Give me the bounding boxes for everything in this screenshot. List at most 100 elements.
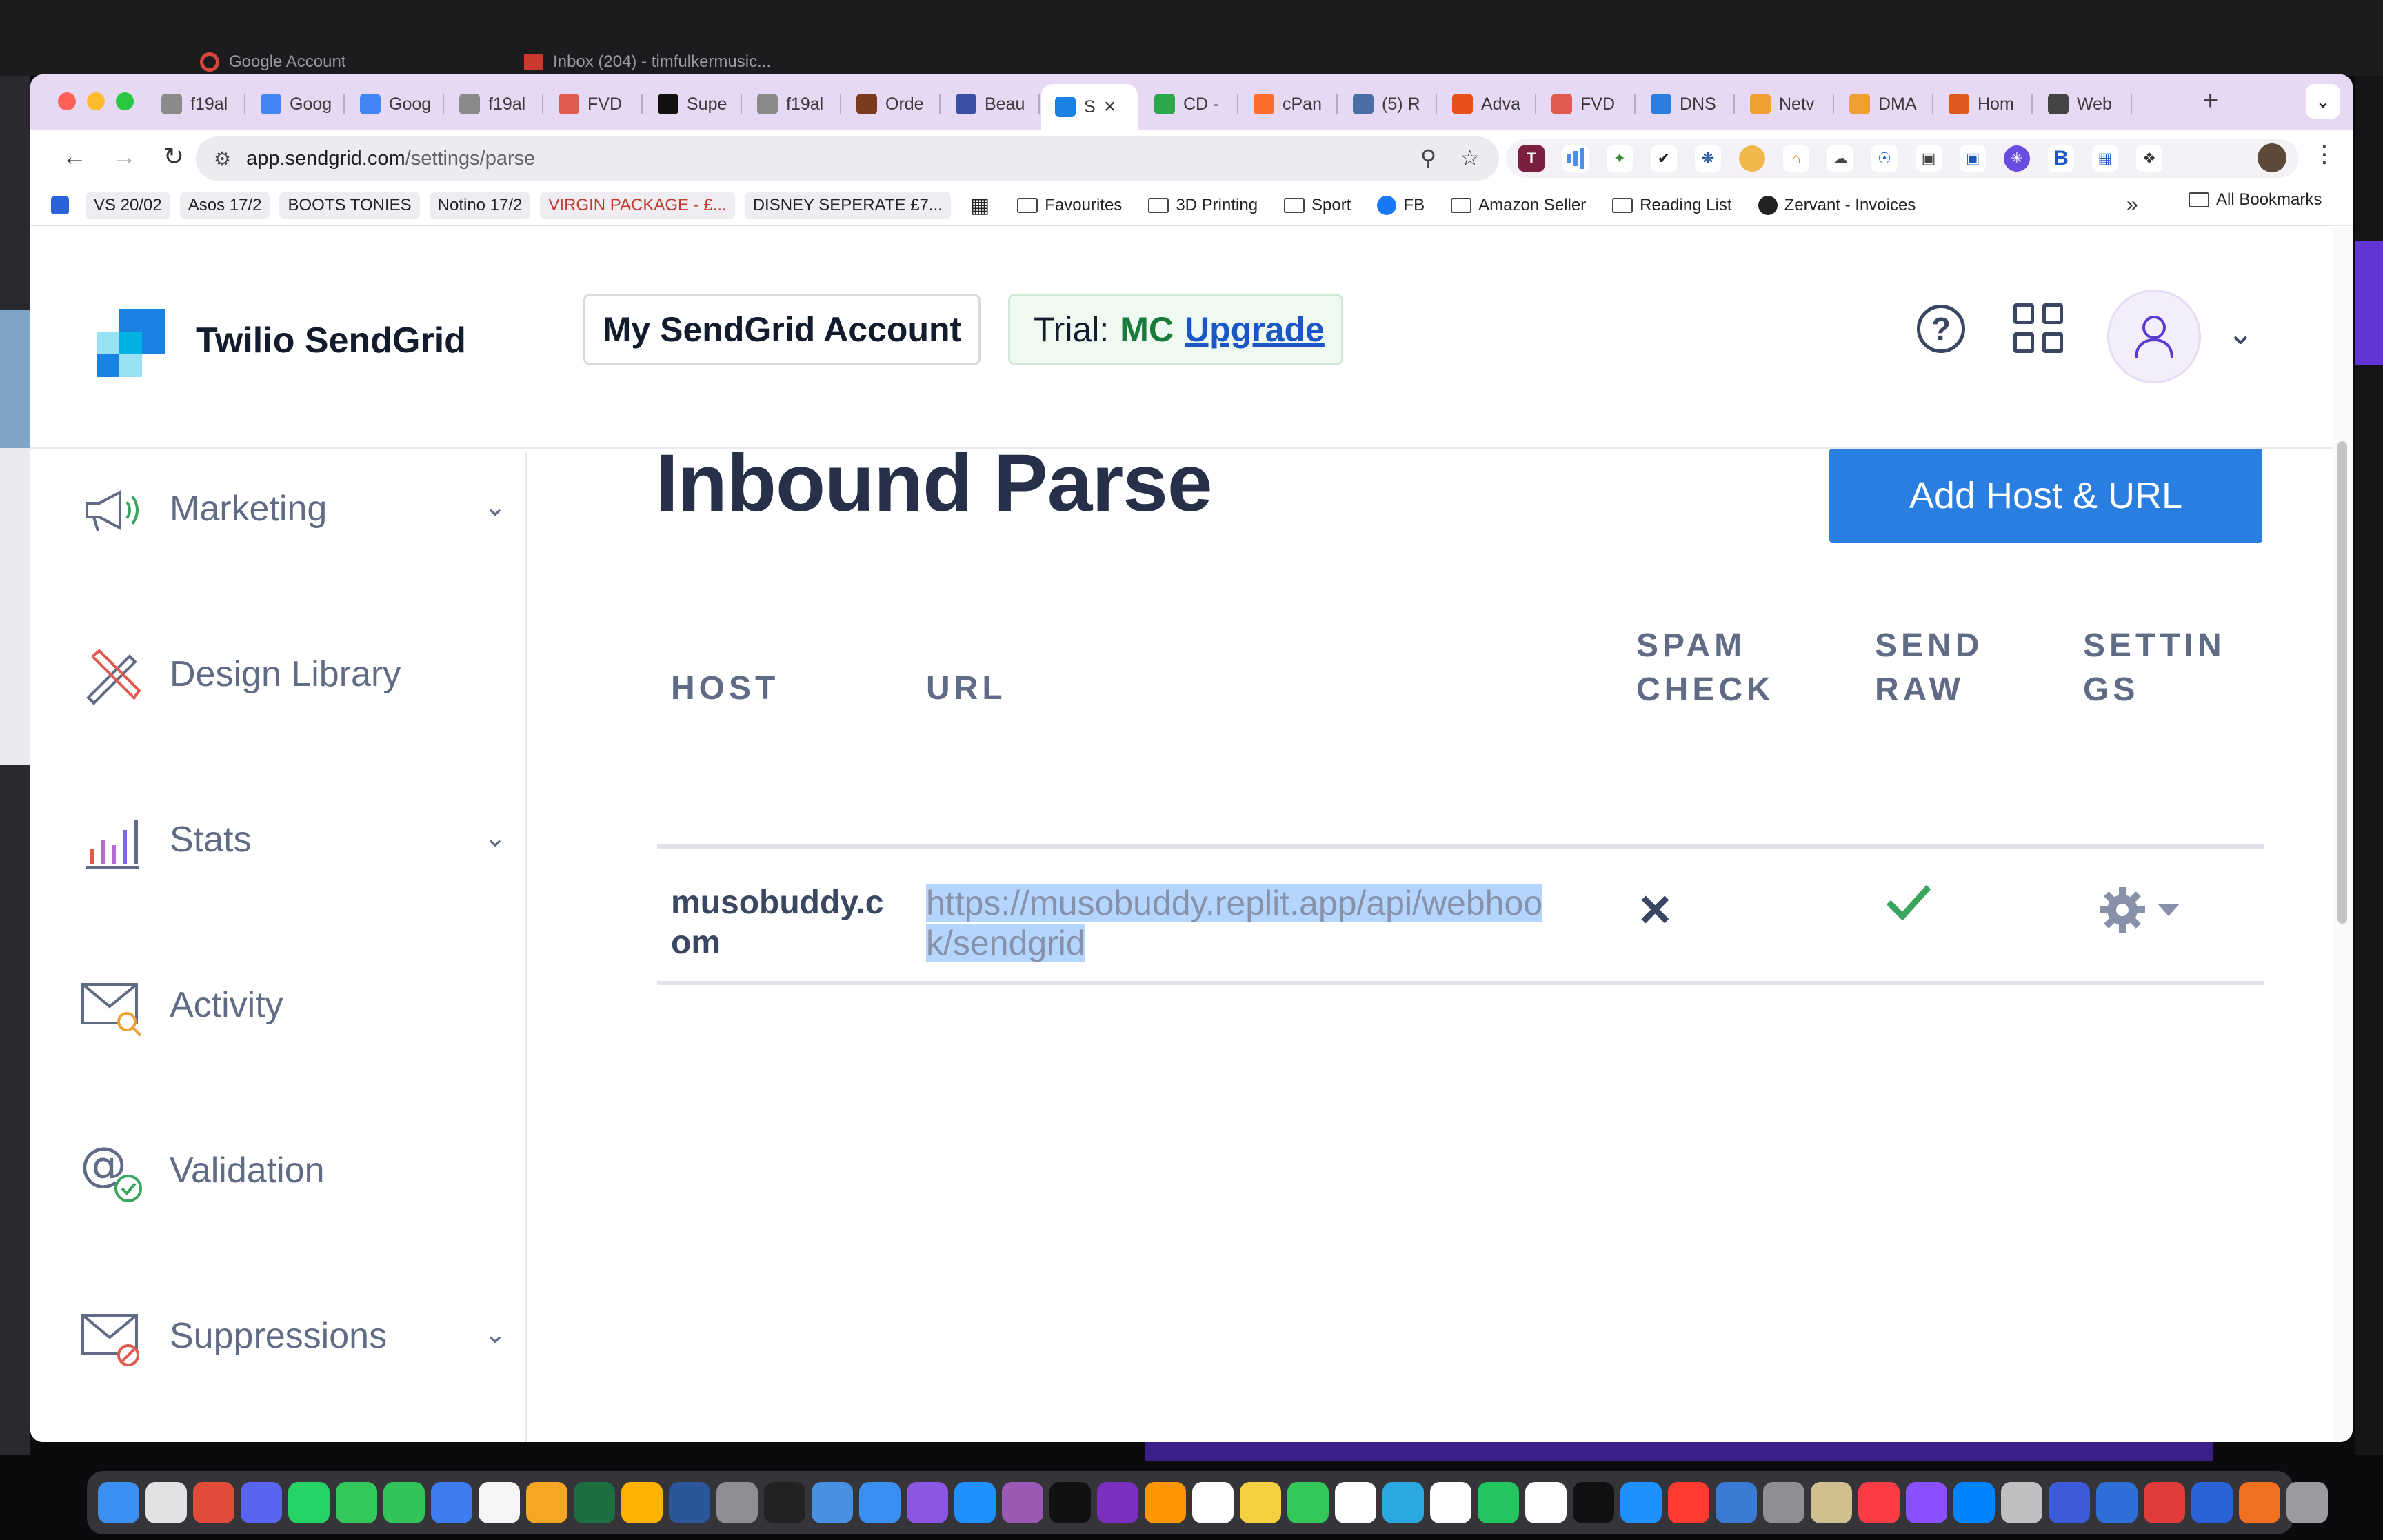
profile-avatar[interactable] [2258, 143, 2286, 172]
sidebar-item-marketing[interactable]: Marketing ⌄ [79, 471, 520, 547]
dock-app-icon[interactable] [1335, 1482, 1376, 1523]
extension-t-icon[interactable]: T [1518, 145, 1545, 172]
bookmarks-more-button[interactable]: » [2126, 193, 2138, 216]
bookmark-folder[interactable]: Zervant - Invoices [1750, 192, 1924, 219]
bookmark-item[interactable]: VIRGIN PACKAGE - £... [540, 192, 735, 219]
extensions-puzzle-icon[interactable]: ❖ [2136, 145, 2162, 172]
dock-app-icon[interactable] [1906, 1482, 1947, 1523]
all-bookmarks-button[interactable]: All Bookmarks [2189, 190, 2322, 210]
dock-app-icon[interactable] [2096, 1482, 2138, 1523]
extension-ring-icon[interactable]: ❋ [1695, 145, 1721, 172]
account-menu-chevron-icon[interactable]: ⌄ [2227, 314, 2254, 352]
dock-app-icon[interactable] [2144, 1482, 2185, 1523]
settings-dropdown[interactable] [2098, 886, 2180, 934]
sendgrid-logo-icon[interactable] [97, 309, 165, 378]
address-url[interactable]: app.sendgrid.com/settings/parse [246, 148, 535, 170]
scrollbar-thumb[interactable] [2337, 441, 2347, 924]
dock-app-icon[interactable] [1525, 1482, 1567, 1523]
dock-app-icon[interactable] [621, 1482, 663, 1523]
dock-app-icon[interactable] [431, 1482, 472, 1523]
browser-tab[interactable]: Web [2034, 84, 2132, 124]
close-window-button[interactable] [58, 92, 76, 110]
dock-app-icon[interactable] [1049, 1482, 1091, 1523]
extension-cloud-icon[interactable]: ☁ [1827, 145, 1853, 172]
browser-tab[interactable]: S × [1041, 84, 1138, 130]
bookmark-item[interactable]: Asos 17/2 [179, 192, 270, 219]
back-button[interactable]: ← [58, 142, 91, 171]
brand-name[interactable]: Twilio SendGrid [196, 320, 466, 361]
app-switcher-icon[interactable] [2013, 303, 2064, 354]
dock-app-icon[interactable] [2239, 1482, 2280, 1523]
dock-app-icon[interactable] [479, 1482, 520, 1523]
bookmark-folder[interactable]: Favourites [1009, 192, 1130, 219]
close-tab-icon[interactable]: × [1104, 95, 1116, 119]
browser-tab[interactable]: DNS [1637, 84, 1735, 124]
browser-tab[interactable]: f19al [148, 84, 245, 124]
extension-leaf-icon[interactable]: ✦ [1607, 145, 1633, 172]
bookmark-item[interactable]: BOOTS TONIES [279, 192, 420, 219]
dock-app-icon[interactable] [2001, 1482, 2042, 1523]
browser-tab[interactable]: DMA [1836, 84, 1933, 124]
browser-tab[interactable]: Adva [1438, 84, 1536, 124]
browser-tab[interactable]: Netv [1736, 84, 1834, 124]
browser-tab[interactable]: f19al [445, 84, 543, 124]
dock-app-icon[interactable] [1145, 1482, 1186, 1523]
extension-1password-icon[interactable]: ☉ [1871, 145, 1898, 172]
browser-tab[interactable]: Beau [942, 84, 1040, 124]
add-host-url-button[interactable]: Add Host & URL [1829, 449, 2262, 543]
dock-app-icon[interactable] [1811, 1482, 1852, 1523]
dock-app-icon[interactable] [764, 1482, 805, 1523]
extension-house-icon[interactable]: ⌂ [1783, 145, 1809, 172]
page-scrollbar[interactable] [2333, 227, 2353, 1442]
browser-tab[interactable]: FVD [1538, 84, 1636, 124]
help-icon[interactable]: ? [1917, 305, 1965, 353]
dock-app-icon[interactable] [1573, 1482, 1614, 1523]
sidebar-item-suppressions[interactable]: Suppressions ⌄ [79, 1298, 520, 1374]
extension-purple-icon[interactable]: ✳ [2004, 145, 2030, 172]
dock-app-icon[interactable] [1240, 1482, 1281, 1523]
extension-folder-blue-icon[interactable]: ▣ [1960, 145, 1986, 172]
bookmark-folder[interactable]: 3D Printing [1140, 192, 1266, 219]
dock-app-icon[interactable] [526, 1482, 567, 1523]
sidebar-item-activity[interactable]: Activity [79, 967, 520, 1043]
dock-app-icon[interactable] [859, 1482, 901, 1523]
extension-grid-badge-icon[interactable]: ▦ [2092, 145, 2118, 172]
sidebar-item-design-library[interactable]: Design Library [79, 636, 520, 712]
dock-app-icon[interactable] [383, 1482, 425, 1523]
dock-app-icon[interactable] [574, 1482, 615, 1523]
dock-app-icon[interactable] [1382, 1482, 1424, 1523]
dock-app-icon[interactable] [241, 1482, 282, 1523]
dock-app-icon[interactable] [145, 1482, 187, 1523]
extension-orange-icon[interactable] [1739, 145, 1765, 172]
extension-bars-icon[interactable] [1562, 145, 1589, 172]
user-avatar[interactable] [2107, 290, 2201, 383]
dock-app-icon[interactable] [98, 1482, 139, 1523]
dock-app-icon[interactable] [1478, 1482, 1519, 1523]
site-settings-icon[interactable]: ⚙ [214, 148, 231, 170]
dock-app-icon[interactable] [1430, 1482, 1471, 1523]
dock-app-icon[interactable] [1668, 1482, 1709, 1523]
my-account-button[interactable]: My SendGrid Account [583, 294, 981, 365]
bookmark-folder[interactable]: Sport [1276, 192, 1359, 219]
extension-check-icon[interactable]: ✔ [1651, 145, 1677, 172]
bookmark-item[interactable]: VS 20/02 [86, 192, 170, 219]
browser-tab[interactable]: FVD [545, 84, 643, 124]
dock-app-icon[interactable] [1620, 1482, 1662, 1523]
minimize-window-button[interactable] [87, 92, 105, 110]
browser-menu-icon[interactable]: ⋮ [2313, 141, 2336, 168]
upgrade-link[interactable]: Upgrade [1185, 310, 1325, 349]
tab-search-button[interactable]: ⌄ [2306, 84, 2340, 119]
browser-tab[interactable]: CD - [1140, 84, 1238, 124]
dock-app-icon[interactable] [1287, 1482, 1329, 1523]
browser-tab[interactable]: (5) R [1339, 84, 1437, 124]
bookmark-folder[interactable]: FB [1369, 192, 1433, 219]
browser-tab[interactable]: Orde [843, 84, 941, 124]
dock-app-icon[interactable] [193, 1482, 234, 1523]
dock-app-icon[interactable] [954, 1482, 996, 1523]
dock-app-icon[interactable] [812, 1482, 853, 1523]
dock-app-icon[interactable] [1763, 1482, 1804, 1523]
zoom-icon[interactable]: ⚲ [1420, 145, 1436, 171]
extension-b-icon[interactable]: B [2048, 145, 2074, 172]
bookmark-folder[interactable]: Amazon Seller [1442, 192, 1594, 219]
dock-app-icon[interactable] [288, 1482, 330, 1523]
